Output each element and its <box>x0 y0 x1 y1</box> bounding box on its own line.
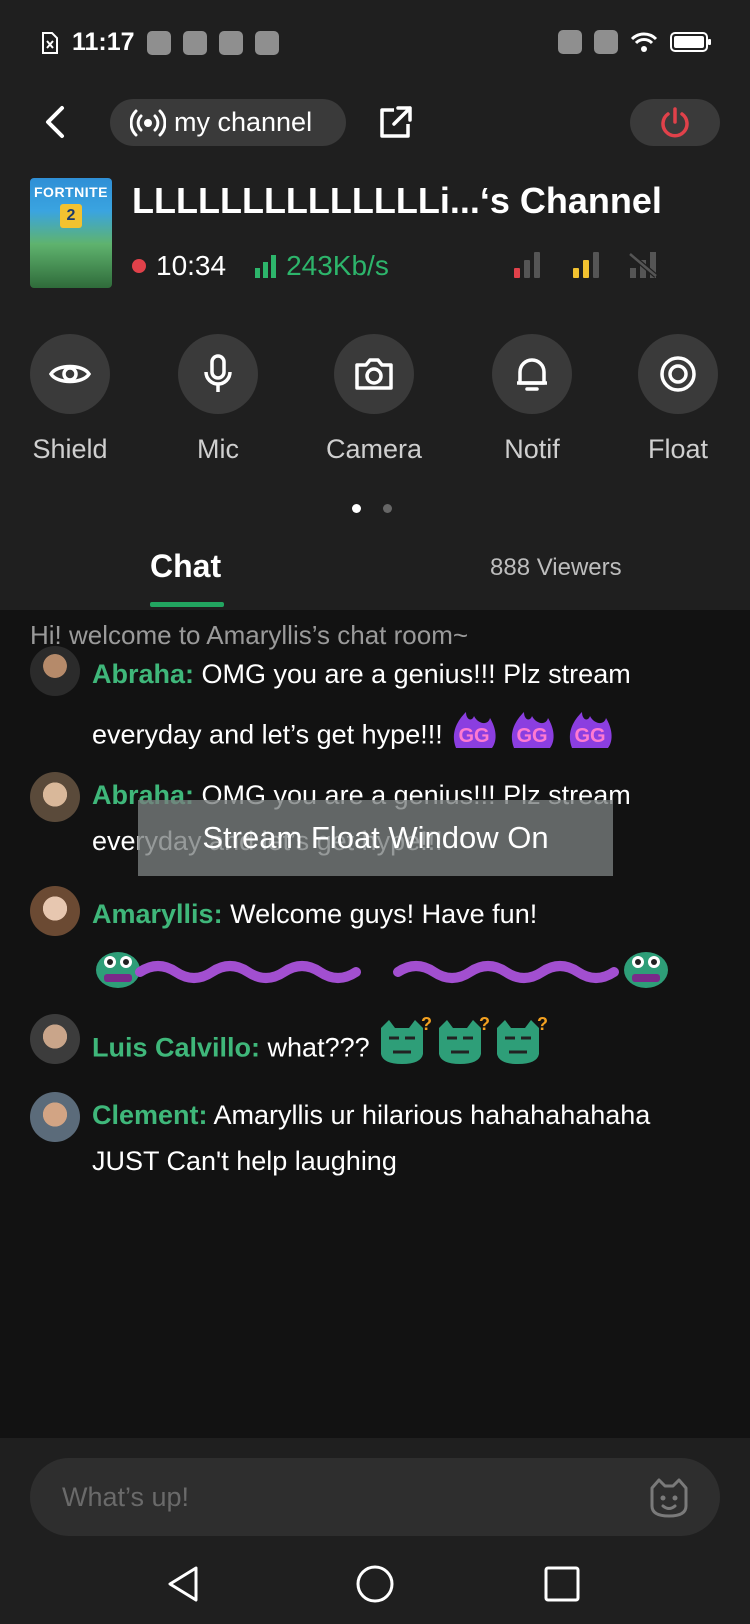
avatar <box>30 646 80 696</box>
stream-duration: 10:34 <box>156 250 227 281</box>
chat-username: Clement: <box>92 1100 208 1130</box>
tab-active-indicator <box>150 602 224 607</box>
nav-back-icon[interactable] <box>164 1564 204 1604</box>
gg-emote-icon: GG GG GG <box>450 702 620 771</box>
camera-action[interactable]: Camera <box>314 334 434 465</box>
chat-username: Abraha: <box>92 659 195 689</box>
notif-label: Notif <box>504 434 560 464</box>
sim-error-icon <box>42 31 58 54</box>
avatar <box>30 886 80 936</box>
status-time: 11:17 <box>72 28 135 56</box>
snake-emote-icon <box>92 942 672 1013</box>
stream-stats: 10:34 243Kb/s <box>132 248 389 284</box>
wifi-icon <box>630 32 658 52</box>
mic-action[interactable]: Mic <box>158 334 278 465</box>
game-cover-chapter: 2 <box>60 204 82 228</box>
eye-icon <box>49 364 91 384</box>
broadcast-icon <box>130 109 166 136</box>
page-indicator <box>352 504 392 513</box>
chat-message: Luis Calvillo: what??? ? ? ? <box>30 1014 720 1074</box>
my-channel-button[interactable]: my channel <box>110 99 346 146</box>
page-dot-active <box>352 504 361 513</box>
shield-label: Shield <box>32 434 108 464</box>
signal-medium-icon <box>573 250 599 278</box>
share-icon[interactable] <box>376 102 416 142</box>
mic-icon <box>204 354 232 392</box>
avatar <box>30 1014 80 1064</box>
camera-icon <box>355 358 393 390</box>
float-action[interactable]: Float <box>618 334 738 465</box>
mic-label: Mic <box>197 434 239 464</box>
notif-action[interactable]: Notif <box>472 334 592 465</box>
svg-text:?: ? <box>479 1014 490 1034</box>
chat-list[interactable]: Hi! welcome to Amaryllis’s chat room~ Ab… <box>0 610 750 1438</box>
status-bar: 11:17 <box>0 0 750 90</box>
tab-chat[interactable]: Chat <box>150 548 221 585</box>
quick-actions: Shield Mic Camera Notif Float <box>0 334 750 474</box>
avatar <box>30 772 80 822</box>
notification-icon <box>146 30 171 55</box>
notification-icon <box>218 30 243 55</box>
emote-picker-icon[interactable] <box>646 1474 692 1520</box>
my-channel-label: my channel <box>174 107 313 137</box>
nav-home-icon[interactable] <box>355 1564 395 1604</box>
svg-text:GG: GG <box>575 725 606 747</box>
tab-bar: Chat 888 Viewers <box>0 540 750 610</box>
svg-text:GG: GG <box>459 725 490 747</box>
notification-icon <box>182 30 207 55</box>
end-stream-button[interactable] <box>630 99 720 146</box>
chat-input-bar: What’s up! <box>0 1438 750 1624</box>
chat-message: Clement: Amaryllis ur hilarious hahahaha… <box>30 1092 720 1192</box>
nav-recents-icon[interactable] <box>542 1564 582 1604</box>
power-icon <box>661 106 689 137</box>
system-nav-bar <box>0 1554 750 1614</box>
page-dot <box>383 504 392 513</box>
svg-text:?: ? <box>421 1014 432 1034</box>
chat-text: Welcome guys! Have fun! <box>230 899 538 929</box>
svg-text:?: ? <box>537 1014 548 1034</box>
shield-action[interactable]: Shield <box>10 334 130 465</box>
back-icon[interactable] <box>36 102 76 142</box>
chat-message: Amaryllis: Welcome guys! Have fun! <box>30 886 720 996</box>
chat-input[interactable]: What’s up! <box>30 1458 720 1536</box>
live-dot-icon <box>132 259 146 273</box>
camera-label: Camera <box>325 434 423 464</box>
float-icon <box>660 356 696 392</box>
game-cover-brand: FORTNITE <box>34 184 108 200</box>
bell-icon <box>517 358 547 391</box>
chat-username: Luis Calvillo: <box>92 1032 261 1063</box>
channel-title: LLLLLLLLLLLLLLi...‘s Channel <box>132 180 662 221</box>
chat-text: what??? <box>267 1032 370 1063</box>
tab-viewers[interactable]: 888 Viewers <box>490 554 622 582</box>
game-cover: FORTNITE 2 <box>30 178 112 288</box>
status-icon <box>594 30 618 54</box>
status-icon <box>558 30 582 54</box>
notification-icon <box>254 30 279 55</box>
battery-icon <box>670 32 711 52</box>
float-label: Float <box>647 434 709 464</box>
chat-message: Abraha: OMG you are a genius!!! Plz stre… <box>30 646 720 766</box>
chat-input-placeholder: What’s up! <box>62 1482 190 1512</box>
top-bar: my channel <box>0 96 750 148</box>
confused-emote-icon: ? ? ? <box>377 1014 549 1085</box>
float-window-toast: Stream Float Window On <box>138 800 613 876</box>
signal-off-icon <box>628 252 658 278</box>
avatar <box>30 1092 80 1142</box>
bitrate: 243Kb/s <box>286 250 389 281</box>
chat-username: Amaryllis: <box>92 899 223 929</box>
svg-text:GG: GG <box>517 725 548 747</box>
signal-weak-icon <box>514 250 540 278</box>
bitrate-bars-icon <box>255 255 277 278</box>
